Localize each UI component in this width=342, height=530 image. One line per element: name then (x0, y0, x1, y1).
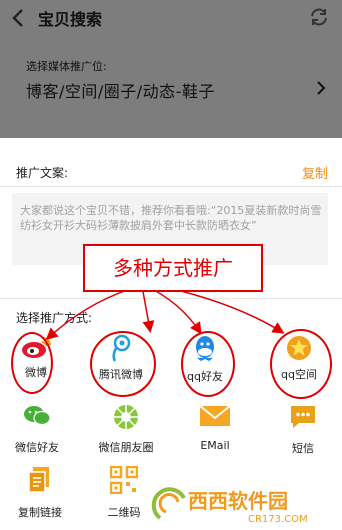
annotation-callout: 多种方式推广 (83, 244, 263, 292)
chevron-right-icon[interactable] (314, 80, 328, 96)
moments-icon (114, 405, 138, 429)
copy-text[interactable]: 大家都说这个宝贝不错，推荐你看看哦:“2015夏装新款时尚雪纺衫女开衫大码衫薄款… (20, 203, 322, 233)
copy-section-label: 推广文案: (16, 166, 69, 180)
share-label: 微信朋友圈 (98, 441, 154, 454)
sms-icon (291, 406, 315, 428)
share-label: 微信好友 (15, 441, 59, 454)
media-placement-value[interactable]: 博客/空间/圈子/动态-鞋子 (26, 78, 215, 102)
email-icon (199, 405, 231, 426)
share-email[interactable]: EMail (175, 405, 255, 452)
refresh-icon[interactable] (308, 6, 330, 28)
copy-button[interactable]: 复制 (302, 163, 328, 182)
share-copy-link[interactable]: 复制链接 (0, 466, 80, 520)
share-label: 复制链接 (18, 506, 62, 519)
top-bar: 宝贝搜索 (0, 0, 342, 36)
copy-link-icon (28, 467, 49, 493)
media-placement-label: 选择媒体推广位: (26, 60, 107, 73)
watermark-brand: 西西软件园 (188, 489, 288, 513)
wechat-icon (24, 406, 51, 426)
watermark-site: CR173.COM (248, 514, 308, 525)
share-label: 短信 (292, 442, 314, 455)
divider (0, 186, 342, 187)
back-arrow-icon[interactable] (8, 7, 30, 29)
qrcode-icon (109, 465, 139, 495)
share-wechat-friend[interactable]: 微信好友 (0, 403, 77, 455)
page-title: 宝贝搜索 (38, 10, 103, 29)
share-label: EMail (200, 439, 230, 452)
annotation-text: 多种方式推广 (113, 256, 233, 280)
watermark-logo: 西西软件园 CR173.COM (151, 487, 308, 525)
share-wechat-moments[interactable]: 微信朋友圈 (86, 403, 166, 455)
share-sms[interactable]: 短信 (263, 404, 342, 456)
